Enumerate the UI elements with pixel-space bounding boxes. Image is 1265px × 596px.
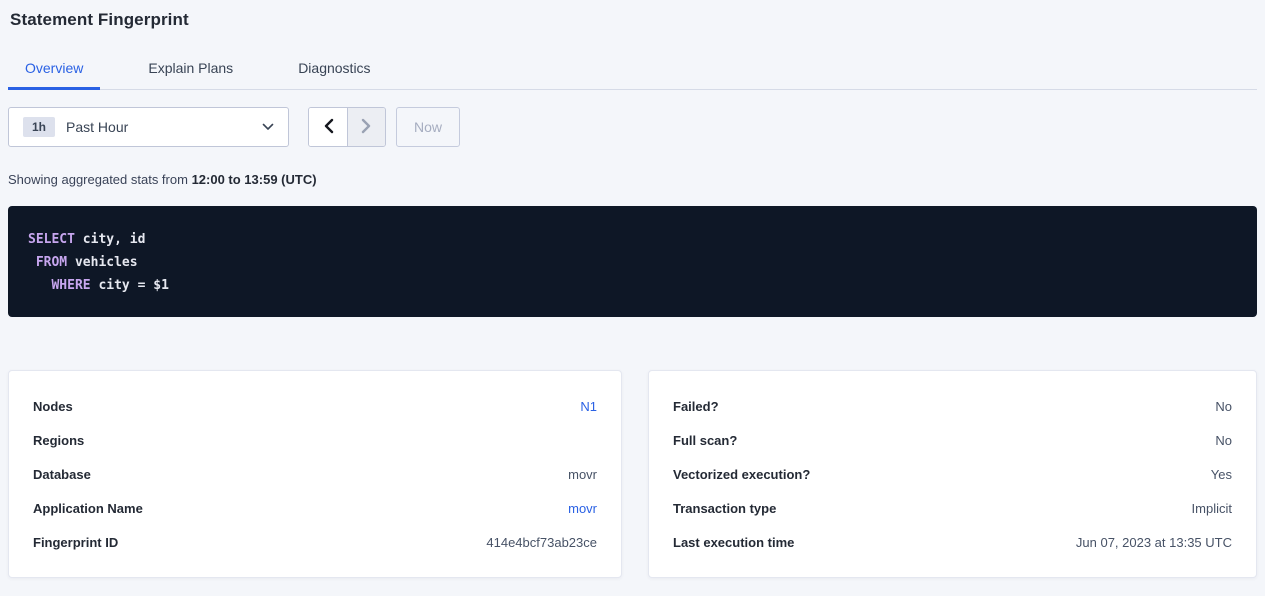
application-name-link[interactable]: movr xyxy=(568,501,597,516)
table-row: Full scan? No xyxy=(673,423,1232,457)
failed-value: No xyxy=(1215,399,1232,414)
detail-label-application-name: Application Name xyxy=(33,501,143,516)
detail-label-failed: Failed? xyxy=(673,399,719,414)
time-step-buttons xyxy=(308,107,386,147)
statement-details-card: Nodes N1 Regions Database movr Applicati… xyxy=(8,370,622,578)
table-row: Vectorized execution? Yes xyxy=(673,457,1232,491)
table-row: Transaction type Implicit xyxy=(673,491,1232,525)
table-row: Regions xyxy=(33,423,597,457)
tab-explain-plans[interactable]: Explain Plans xyxy=(131,51,250,90)
now-button[interactable]: Now xyxy=(396,107,460,147)
chevron-right-icon xyxy=(361,118,372,137)
detail-label-transaction-type: Transaction type xyxy=(673,501,776,516)
aggregated-stats-line: Showing aggregated stats from 12:00 to 1… xyxy=(8,172,1257,187)
aggregated-stats-range: 12:00 to 13:59 (UTC) xyxy=(192,172,317,187)
table-row: Failed? No xyxy=(673,389,1232,423)
full-scan-value: No xyxy=(1215,433,1232,448)
sql-code: SELECT city, id FROM vehicles WHERE city… xyxy=(28,228,1237,297)
sql-statement-box: SELECT city, id FROM vehicles WHERE city… xyxy=(8,206,1257,317)
vectorized-execution-value: Yes xyxy=(1211,467,1232,482)
table-row: Last execution time Jun 07, 2023 at 13:3… xyxy=(673,525,1232,559)
table-row: Application Name movr xyxy=(33,491,597,525)
time-range-badge: 1h xyxy=(23,117,55,137)
page-title: Statement Fingerprint xyxy=(10,10,1255,30)
detail-label-last-execution-time: Last execution time xyxy=(673,535,794,550)
table-row: Database movr xyxy=(33,457,597,491)
database-value: movr xyxy=(568,467,597,482)
details-cards: Nodes N1 Regions Database movr Applicati… xyxy=(8,370,1257,578)
detail-label-fingerprint-id: Fingerprint ID xyxy=(33,535,118,550)
detail-label-regions: Regions xyxy=(33,433,84,448)
chevron-left-icon xyxy=(323,118,334,137)
previous-time-button[interactable] xyxy=(309,108,347,146)
table-row: Fingerprint ID 414e4bcf73ab23ce xyxy=(33,525,597,559)
nodes-link[interactable]: N1 xyxy=(580,399,597,414)
statement-fingerprint-page: Statement Fingerprint Overview Explain P… xyxy=(0,10,1265,578)
time-range-dropdown[interactable]: 1h Past Hour xyxy=(8,107,289,147)
chevron-down-icon xyxy=(262,123,274,131)
aggregated-stats-prefix: Showing aggregated stats from xyxy=(8,172,192,187)
detail-label-full-scan: Full scan? xyxy=(673,433,737,448)
fingerprint-id-value: 414e4bcf73ab23ce xyxy=(486,535,597,550)
transaction-type-value: Implicit xyxy=(1192,501,1232,516)
detail-label-database: Database xyxy=(33,467,91,482)
tab-overview[interactable]: Overview xyxy=(8,51,100,90)
next-time-button[interactable] xyxy=(347,108,385,146)
table-row: Nodes N1 xyxy=(33,389,597,423)
time-controls: 1h Past Hour Now xyxy=(8,107,1257,147)
tab-bar: Overview Explain Plans Diagnostics xyxy=(8,51,1257,90)
last-execution-time-value: Jun 07, 2023 at 13:35 UTC xyxy=(1076,535,1232,550)
time-range-label: Past Hour xyxy=(66,119,128,135)
tab-diagnostics[interactable]: Diagnostics xyxy=(281,51,387,90)
execution-attributes-card: Failed? No Full scan? No Vectorized exec… xyxy=(648,370,1257,578)
detail-label-vectorized-execution: Vectorized execution? xyxy=(673,467,810,482)
detail-label-nodes: Nodes xyxy=(33,399,73,414)
